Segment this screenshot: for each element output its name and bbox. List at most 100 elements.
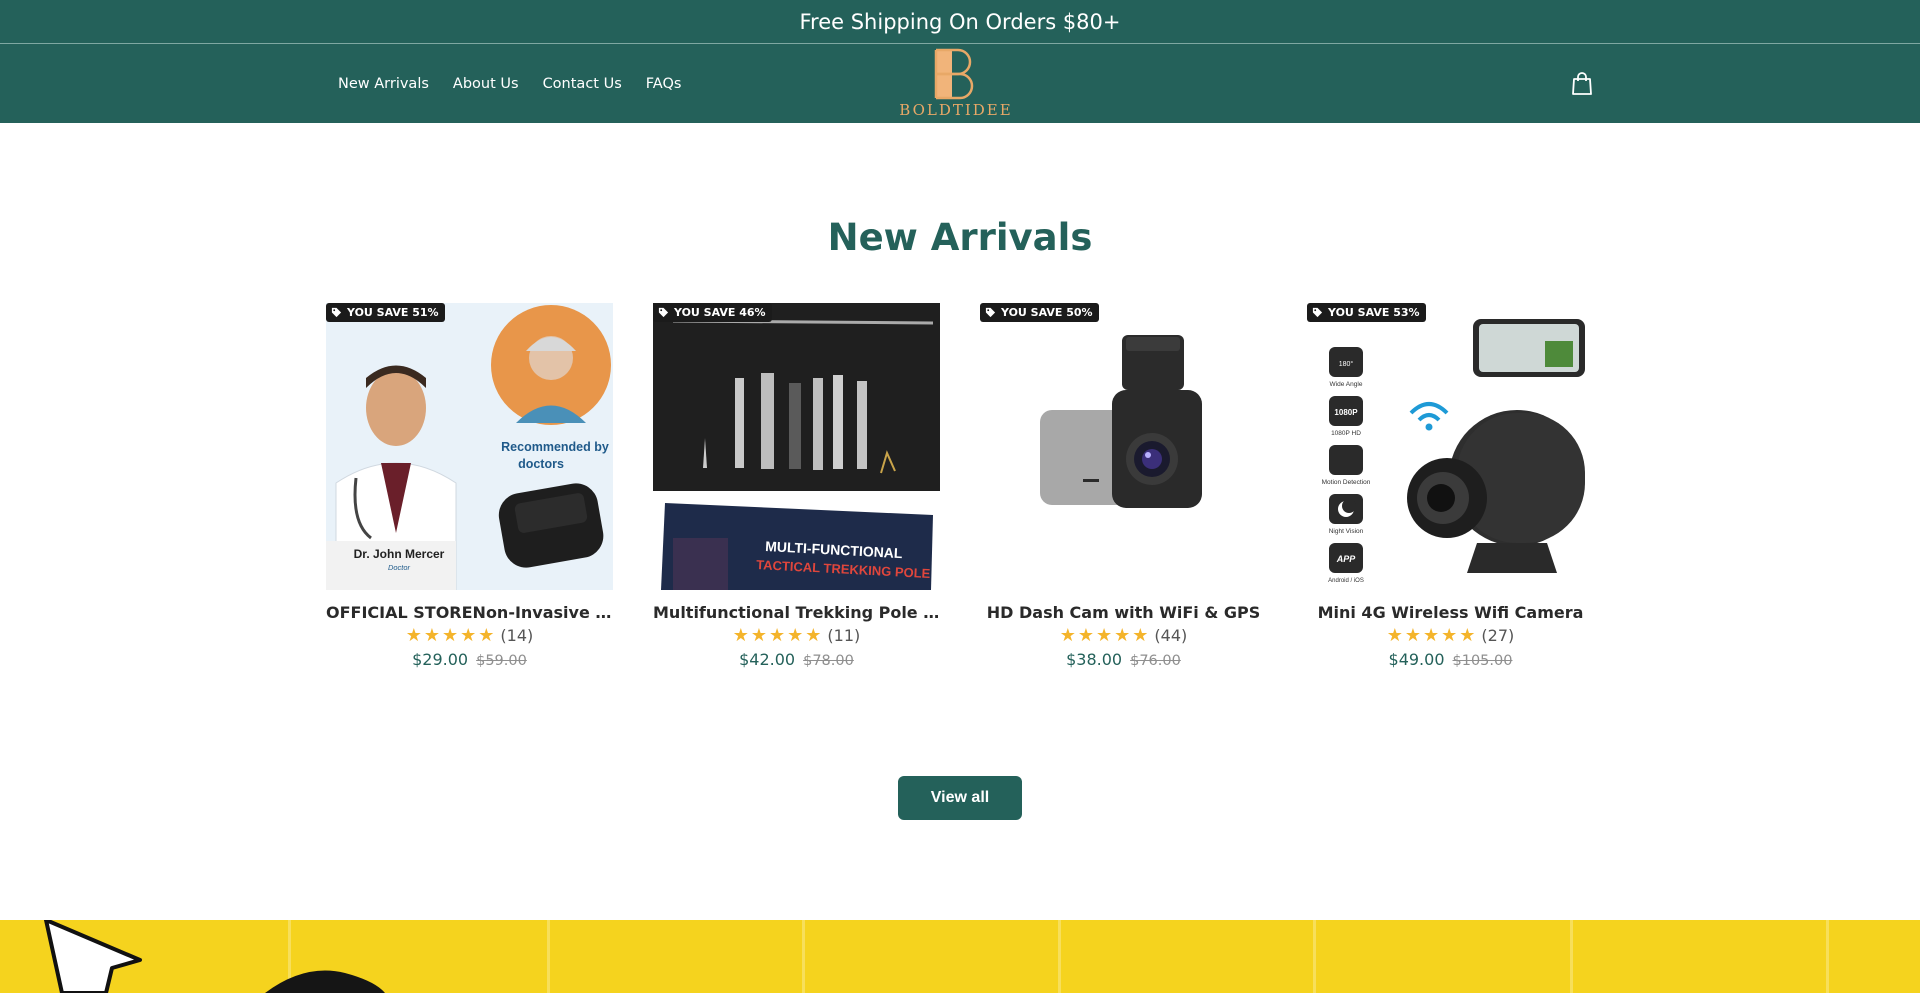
announcement-text: Free Shipping On Orders $80+ bbox=[799, 9, 1121, 34]
banner-divider bbox=[802, 920, 805, 993]
svg-text:Night Vision: Night Vision bbox=[1329, 528, 1364, 535]
star-icon: ★ bbox=[1132, 624, 1149, 646]
star-icon: ★ bbox=[1441, 624, 1458, 646]
price-row: $29.00 $59.00 bbox=[326, 650, 613, 669]
star-icon: ★ bbox=[405, 624, 422, 646]
tag-icon bbox=[985, 307, 996, 318]
star-icon: ★ bbox=[769, 624, 786, 646]
image-doctor-role: Doctor bbox=[388, 563, 411, 572]
star-icon: ★ bbox=[1404, 624, 1421, 646]
promo-banner bbox=[0, 920, 1920, 993]
price-row: $49.00 $105.00 bbox=[1307, 650, 1594, 669]
discount-badge: YOU SAVE 50% bbox=[980, 303, 1099, 322]
svg-text:APP: APP bbox=[1336, 554, 1357, 564]
svg-text:1080P HD: 1080P HD bbox=[1331, 430, 1361, 437]
product-card[interactable]: YOU SAVE 51% Recommended by doctors Dr. … bbox=[326, 303, 613, 669]
compare-price: $78.00 bbox=[803, 653, 854, 669]
nav-contact-us[interactable]: Contact Us bbox=[543, 76, 622, 92]
star-icon: ★ bbox=[1386, 624, 1403, 646]
product-illustration: MULTI-FUNCTIONAL TACTICAL TREKKING POLE bbox=[653, 303, 940, 590]
cart-button[interactable] bbox=[1571, 72, 1593, 96]
star-icon: ★ bbox=[423, 624, 440, 646]
discount-badge: YOU SAVE 46% bbox=[653, 303, 772, 322]
star-icon: ★ bbox=[478, 624, 495, 646]
product-rating: ★ ★ ★ ★ ★ (14) bbox=[326, 626, 613, 645]
product-card[interactable]: YOU SAVE 50% HD Dash Cam with WiFi & GPS… bbox=[980, 303, 1267, 669]
star-icon: ★ bbox=[1096, 624, 1113, 646]
tag-icon bbox=[1312, 307, 1323, 318]
image-doctor-name: Dr. John Mercer bbox=[354, 547, 445, 561]
product-title[interactable]: OFFICIAL STORENon-Invasive Blood Glucose… bbox=[326, 603, 613, 622]
product-title[interactable]: Multifunctional Trekking Pole – Tactical bbox=[653, 603, 940, 622]
star-icon: ★ bbox=[732, 624, 749, 646]
rating-count: (11) bbox=[827, 626, 861, 645]
star-icon: ★ bbox=[1114, 624, 1131, 646]
cursor-arrow-icon bbox=[44, 920, 142, 993]
product-image[interactable]: YOU SAVE 53% 180° Wide Angle 1080P 1080P… bbox=[1307, 303, 1594, 590]
banner-figure-icon bbox=[265, 970, 385, 993]
main-nav: New Arrivals About Us Contact Us FAQs bbox=[338, 44, 681, 123]
product-grid: YOU SAVE 51% Recommended by doctors Dr. … bbox=[326, 303, 1594, 683]
product-rating: ★ ★ ★ ★ ★ (11) bbox=[653, 626, 940, 645]
star-icon: ★ bbox=[1059, 624, 1076, 646]
banner-divider bbox=[547, 920, 550, 993]
star-icon: ★ bbox=[442, 624, 459, 646]
star-icon: ★ bbox=[750, 624, 767, 646]
compare-price: $105.00 bbox=[1452, 653, 1513, 669]
announcement-bar: Free Shipping On Orders $80+ bbox=[0, 0, 1920, 44]
product-illustration bbox=[980, 303, 1267, 590]
site-logo[interactable]: BOLDTIDEE bbox=[890, 48, 1022, 122]
banner-divider bbox=[1313, 920, 1316, 993]
banner-divider bbox=[1826, 920, 1829, 993]
image-caption-1: Recommended by bbox=[501, 440, 609, 454]
price-row: $38.00 $76.00 bbox=[980, 650, 1267, 669]
svg-text:Wide Angle: Wide Angle bbox=[1330, 381, 1363, 388]
sale-price: $38.00 bbox=[1066, 650, 1123, 669]
product-illustration: Recommended by doctors Dr. John Mercer D… bbox=[326, 303, 613, 590]
logo-b-mark-icon bbox=[934, 48, 974, 100]
product-image[interactable]: YOU SAVE 50% bbox=[980, 303, 1267, 590]
product-illustration: 180° Wide Angle 1080P 1080P HD Motion De… bbox=[1307, 303, 1594, 590]
product-card[interactable]: YOU SAVE 53% 180° Wide Angle 1080P 1080P… bbox=[1307, 303, 1594, 669]
sale-price: $29.00 bbox=[412, 650, 469, 669]
sale-price: $42.00 bbox=[739, 650, 796, 669]
product-rating: ★ ★ ★ ★ ★ (27) bbox=[1307, 626, 1594, 645]
star-icon: ★ bbox=[1459, 624, 1476, 646]
nav-faqs[interactable]: FAQs bbox=[646, 76, 682, 92]
svg-text:180°: 180° bbox=[1339, 360, 1354, 368]
rating-count: (27) bbox=[1481, 626, 1515, 645]
banner-divider bbox=[1570, 920, 1573, 993]
nav-about-us[interactable]: About Us bbox=[453, 76, 519, 92]
star-icon: ★ bbox=[787, 624, 804, 646]
sale-price: $49.00 bbox=[1388, 650, 1445, 669]
image-caption-2: doctors bbox=[518, 457, 564, 471]
logo-wordmark: BOLDTIDEE bbox=[899, 101, 1013, 119]
star-icon: ★ bbox=[805, 624, 822, 646]
compare-price: $76.00 bbox=[1130, 653, 1181, 669]
product-image[interactable]: YOU SAVE 51% Recommended by doctors Dr. … bbox=[326, 303, 613, 590]
compare-price: $59.00 bbox=[476, 653, 527, 669]
svg-text:Android / iOS: Android / iOS bbox=[1328, 578, 1364, 584]
product-rating: ★ ★ ★ ★ ★ (44) bbox=[980, 626, 1267, 645]
discount-badge: YOU SAVE 53% bbox=[1307, 303, 1426, 322]
price-row: $42.00 $78.00 bbox=[653, 650, 940, 669]
star-icon: ★ bbox=[1423, 624, 1440, 646]
banner-divider bbox=[1058, 920, 1061, 993]
product-image[interactable]: YOU SAVE 46% MULTI-FUNCTIONAL TACTICAL T… bbox=[653, 303, 940, 590]
product-card[interactable]: YOU SAVE 46% MULTI-FUNCTIONAL TACTICAL T… bbox=[653, 303, 940, 669]
rating-count: (44) bbox=[1154, 626, 1188, 645]
svg-text:1080P: 1080P bbox=[1334, 408, 1358, 417]
star-icon: ★ bbox=[460, 624, 477, 646]
nav-new-arrivals[interactable]: New Arrivals bbox=[338, 76, 429, 92]
discount-badge: YOU SAVE 51% bbox=[326, 303, 445, 322]
product-title[interactable]: Mini 4G Wireless Wifi Camera bbox=[1307, 603, 1594, 622]
product-title[interactable]: HD Dash Cam with WiFi & GPS bbox=[980, 603, 1267, 622]
tag-icon bbox=[331, 307, 342, 318]
section-title: New Arrivals bbox=[827, 216, 1093, 259]
tag-icon bbox=[658, 307, 669, 318]
view-all-button[interactable]: View all bbox=[898, 776, 1022, 820]
svg-text:Motion Detection: Motion Detection bbox=[1322, 479, 1371, 486]
star-icon: ★ bbox=[1077, 624, 1094, 646]
rating-count: (14) bbox=[500, 626, 534, 645]
site-header: New Arrivals About Us Contact Us FAQs BO… bbox=[0, 44, 1920, 123]
